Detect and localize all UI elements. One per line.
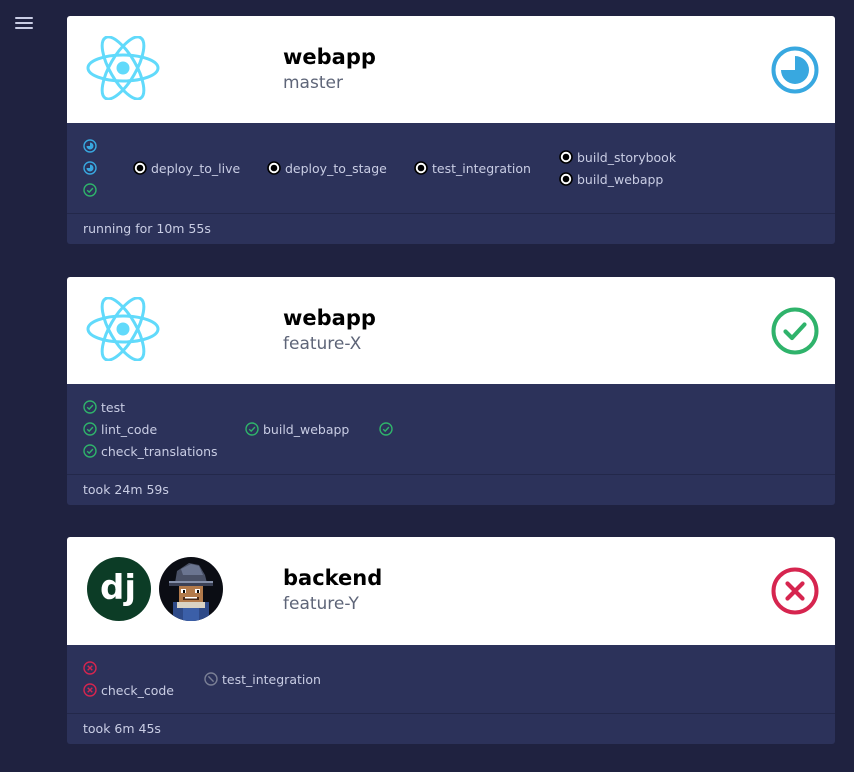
job-item[interactable] (379, 418, 397, 440)
react-logo-icon (86, 296, 160, 362)
menu-bar (15, 17, 33, 19)
branch-name: master (283, 73, 343, 93)
success-icon (83, 444, 97, 458)
success-status-icon (771, 307, 819, 355)
wizard-avatar-icon (159, 557, 223, 621)
job-item[interactable]: lint_code (83, 418, 218, 440)
running-status-icon (771, 46, 819, 94)
stage: deploy_to_live (133, 135, 240, 201)
success-icon (83, 422, 97, 436)
job-label: build_webapp (263, 421, 350, 437)
repo-name: webapp (283, 45, 376, 69)
job-item[interactable] (83, 135, 101, 157)
manual-icon (559, 172, 573, 186)
stage: check_code (83, 657, 174, 701)
stage (83, 135, 101, 201)
job-item[interactable]: test_integration (414, 157, 531, 179)
repo-name: webapp (283, 306, 376, 330)
pipeline-header[interactable]: webapp master (67, 16, 835, 123)
stage (379, 396, 397, 462)
branch-name: feature-X (283, 334, 362, 354)
manual-icon (267, 161, 281, 175)
hamburger-menu-icon[interactable] (14, 14, 34, 34)
stage: test_integration (204, 657, 321, 701)
pipeline-duration: took 6m 45s (67, 713, 835, 744)
manual-icon (133, 161, 147, 175)
pipeline-header[interactable]: dj backend feature-Y (67, 537, 835, 645)
branch-name: feature-Y (283, 594, 359, 614)
pipeline-duration: took 24m 59s (67, 474, 835, 505)
success-icon (83, 183, 97, 197)
job-label: lint_code (101, 421, 158, 437)
stage: test_integration (414, 135, 531, 201)
pipeline-stages: deploy_to_live deploy_to_stage test_inte… (67, 123, 835, 213)
job-item[interactable]: build_webapp (559, 168, 676, 190)
job-item[interactable]: deploy_to_live (133, 157, 240, 179)
menu-bar (15, 22, 33, 24)
job-item[interactable]: build_storybook (559, 146, 676, 168)
pipeline-header[interactable]: webapp feature-X (67, 277, 835, 384)
django-logo-text: dj (100, 568, 136, 608)
menu-bar (15, 27, 33, 29)
success-icon (379, 422, 393, 436)
job-item[interactable] (83, 179, 101, 201)
job-label: test_integration (432, 160, 531, 176)
job-item[interactable]: test (83, 396, 218, 418)
manual-icon (559, 150, 573, 164)
job-item[interactable]: test_integration (204, 668, 321, 690)
pipeline-card[interactable]: webapp master deploy_to_live deploy_to_s… (67, 16, 835, 244)
job-item[interactable]: deploy_to_stage (267, 157, 387, 179)
job-item[interactable]: build_webapp (245, 418, 349, 440)
pipeline-card[interactable]: dj backend feature-Y check_code test_int… (67, 537, 835, 744)
running-icon (83, 139, 97, 153)
job-label: test (101, 399, 126, 415)
pipeline-stages: test lint_code check_translations build_… (67, 384, 835, 474)
failed-status-icon (771, 567, 819, 615)
job-label: check_code (101, 682, 174, 698)
django-logo-icon: dj (87, 557, 151, 621)
failed-icon (83, 661, 97, 675)
success-icon (83, 400, 97, 414)
job-label: check_translations (101, 443, 218, 459)
job-label: build_storybook (577, 149, 677, 165)
react-logo-icon (86, 35, 160, 101)
job-item[interactable] (83, 157, 101, 179)
success-icon (245, 422, 259, 436)
pipeline-card[interactable]: webapp feature-X test lint_code check_tr… (67, 277, 835, 505)
job-label: build_webapp (577, 171, 664, 187)
running-icon (83, 161, 97, 175)
job-item[interactable]: check_code (83, 679, 174, 701)
job-label: test_integration (222, 671, 321, 687)
pipeline-stages: check_code test_integration (67, 645, 835, 713)
job-item[interactable]: check_translations (83, 440, 218, 462)
job-label: deploy_to_stage (285, 160, 387, 176)
stage: build_storybook build_webapp (559, 135, 676, 201)
stage: deploy_to_stage (267, 135, 387, 201)
pipeline-duration: running for 10m 55s (67, 213, 835, 244)
stage: build_webapp (245, 396, 349, 462)
job-item[interactable] (83, 657, 174, 679)
manual-icon (414, 161, 428, 175)
skipped-icon (204, 672, 218, 686)
failed-icon (83, 683, 97, 697)
stage: test lint_code check_translations (83, 396, 218, 462)
repo-name: backend (283, 566, 383, 590)
job-label: deploy_to_live (151, 160, 241, 176)
